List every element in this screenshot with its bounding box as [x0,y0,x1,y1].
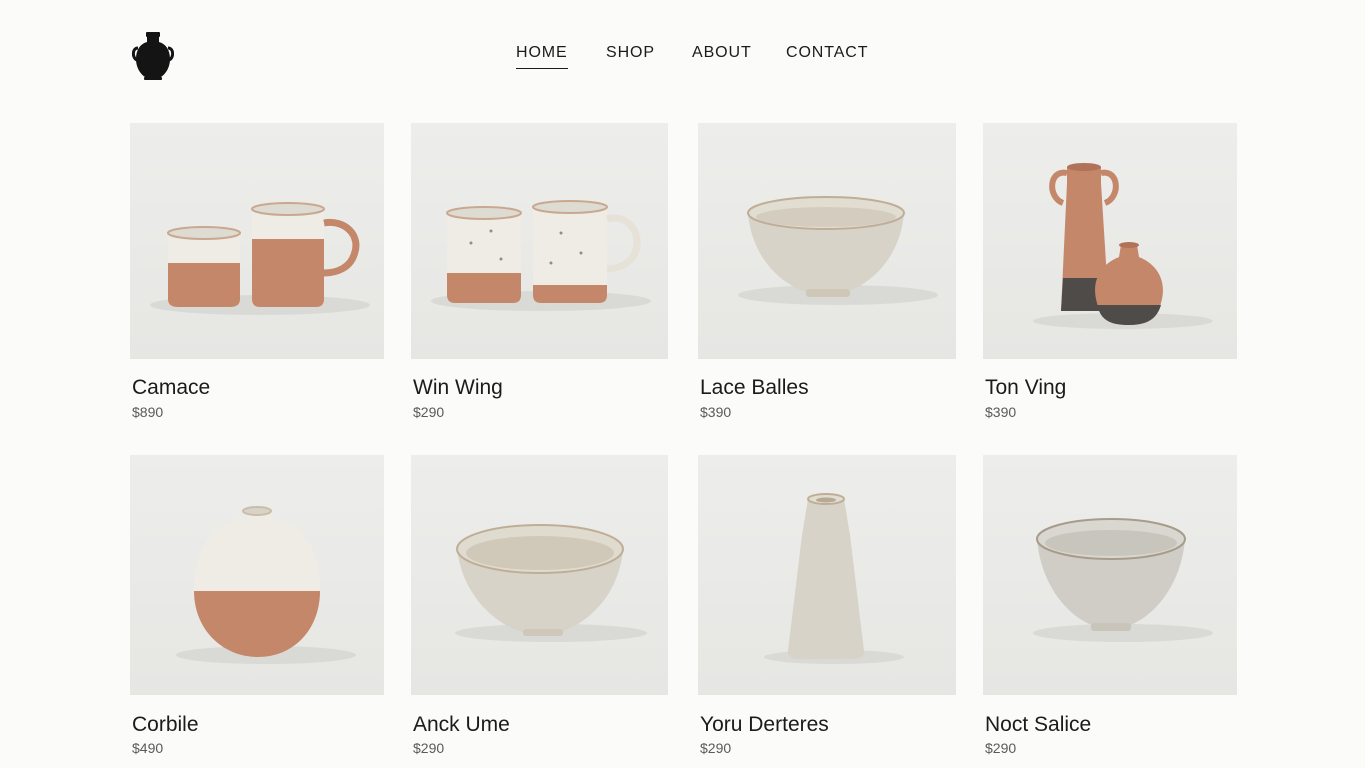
product-image[interactable] [130,455,384,695]
product-price: $290 [413,404,445,420]
nav-contact[interactable]: CONTACT [786,44,868,68]
product-price: $290 [413,740,445,756]
product-name[interactable]: Anck Ume [413,713,510,737]
product-image[interactable] [411,455,668,695]
product-image[interactable] [698,123,956,359]
product-name[interactable]: Win Wing [413,376,503,400]
product-price: $390 [700,404,732,420]
product-image[interactable] [698,455,956,695]
product-name[interactable]: Ton Ving [985,376,1066,400]
main-nav: HOME SHOP ABOUT CONTACT [0,44,1365,74]
product-name[interactable]: Corbile [132,713,199,737]
product-price: $390 [985,404,1017,420]
nav-shop[interactable]: SHOP [606,44,655,68]
product-price: $290 [985,740,1017,756]
product-price: $890 [132,404,164,420]
product-name[interactable]: Yoru Derteres [700,713,829,737]
nav-home[interactable]: HOME [516,44,568,69]
product-price: $490 [132,740,164,756]
product-name[interactable]: Noct Salice [985,713,1091,737]
product-price: $290 [700,740,732,756]
product-image[interactable] [411,123,668,359]
product-image[interactable] [130,123,384,359]
product-name[interactable]: Camace [132,376,210,400]
nav-about[interactable]: ABOUT [692,44,752,68]
product-name[interactable]: Lace Balles [700,376,809,400]
product-image[interactable] [983,123,1237,359]
product-image[interactable] [983,455,1237,695]
